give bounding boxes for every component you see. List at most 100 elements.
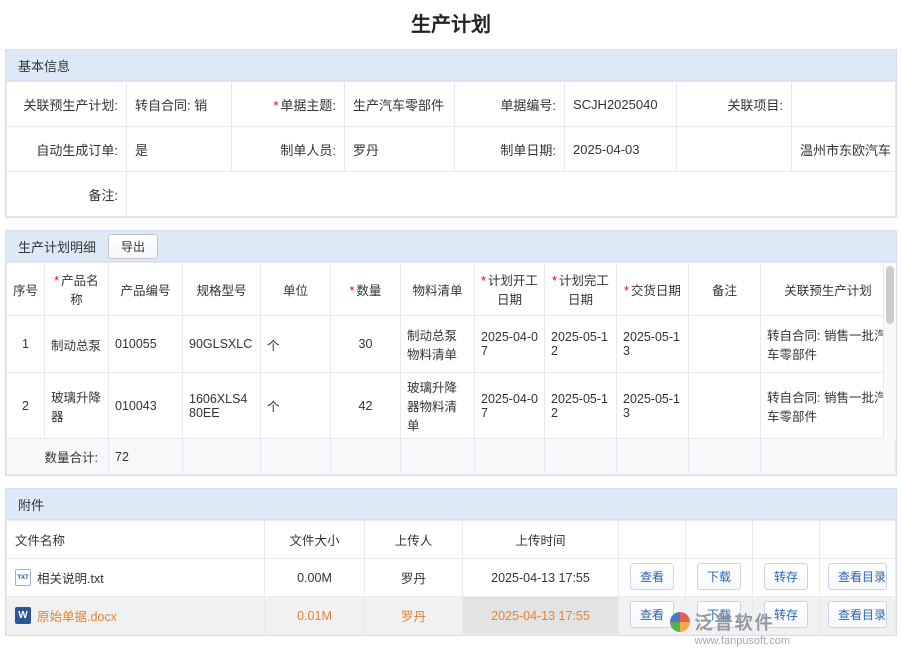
- file-size: 0.01M: [265, 597, 365, 635]
- download-button[interactable]: 下载: [697, 601, 741, 628]
- cell-plan-start: 2025-04-07: [475, 373, 545, 439]
- required-marker: *: [350, 284, 355, 298]
- col-bom: 物料清单: [401, 263, 475, 316]
- file-uploader: 罗丹: [365, 559, 463, 597]
- file-name-link[interactable]: 相关说明.txt: [37, 568, 104, 587]
- col-seq: 序号: [7, 263, 45, 316]
- cell-spec-model: 1606XLS480EE: [183, 373, 261, 439]
- scrollbar-thumb[interactable]: [886, 266, 894, 324]
- doc-number-value: SCJH2025040: [565, 82, 677, 127]
- attachments-section: 附件 文件名称 文件大小 上传人 上传时间 TXT 相关说明.txt 0.00M: [5, 488, 897, 636]
- cell-bom: 制动总泵物料清单: [401, 316, 475, 373]
- watermark-site: www.fanpusoft.com: [695, 635, 790, 647]
- maker-value: 罗丹: [345, 127, 455, 172]
- make-date-value: 2025-04-03: [565, 127, 677, 172]
- cell-bom: 玻璃升降器物料清单: [401, 373, 475, 439]
- download-button[interactable]: 下载: [697, 563, 741, 590]
- detail-header: 生产计划明细 导出: [6, 231, 896, 262]
- doc-subject-label: *单据主题:: [232, 82, 345, 127]
- related-project-label: 关联项目:: [677, 82, 792, 127]
- doc-number-label: 单据编号:: [455, 82, 565, 127]
- col-unit: 单位: [261, 263, 331, 316]
- required-marker: *: [552, 274, 557, 288]
- basic-info-section: 基本信息 关联预生产计划: 转自合同: 销 *单据主题: 生产汽车零部件 单据编…: [5, 49, 897, 218]
- related-project-extra-text: 温州市东欧汽车: [792, 127, 896, 172]
- file-upload-time: 2025-04-13 17:55: [463, 597, 619, 635]
- cell-plan-finish: 2025-05-12: [545, 316, 617, 373]
- attachments-header: 附件: [6, 489, 896, 520]
- detail-section: 生产计划明细 导出 序号 *产品名称 产品编号 规格型号 单位 *数量 物料清单…: [5, 230, 897, 476]
- required-marker: *: [54, 274, 59, 288]
- empty-label-cell: [677, 127, 792, 172]
- make-date-label: 制单日期:: [455, 127, 565, 172]
- file-name-link[interactable]: 原始单据.docx: [37, 606, 117, 625]
- cell-product-name: 玻璃升降器: [45, 373, 109, 439]
- col-action-4: [820, 521, 896, 559]
- col-action-3: [753, 521, 820, 559]
- col-upload-time: 上传时间: [463, 521, 619, 559]
- cell-product-code: 010055: [109, 316, 183, 373]
- cell-spec-model: 90GLSXLC: [183, 316, 261, 373]
- cell-seq: 2: [7, 373, 45, 439]
- related-preproduction-value: 转自合同: 销: [127, 82, 232, 127]
- attachment-row: TXT 相关说明.txt 0.00M 罗丹 2025-04-13 17:55 查…: [7, 559, 896, 597]
- view-directory-button[interactable]: 查看目录: [828, 563, 887, 590]
- col-action-1: [619, 521, 686, 559]
- view-button[interactable]: 查看: [630, 601, 674, 628]
- cell-delivery-date: 2025-05-13: [617, 316, 689, 373]
- cell-qty: 30: [331, 316, 401, 373]
- attachments-title: 附件: [18, 495, 44, 514]
- total-qty-value: 72: [109, 439, 183, 475]
- required-marker: *: [624, 284, 629, 298]
- transfer-save-button[interactable]: 转存: [764, 601, 808, 628]
- col-related-preproduction: 关联预生产计划: [761, 263, 896, 316]
- col-qty: *数量: [331, 263, 401, 316]
- col-plan-start: *计划开工日期: [475, 263, 545, 316]
- page-title: 生产计划: [0, 0, 902, 49]
- view-directory-button[interactable]: 查看目录: [828, 601, 887, 628]
- file-size: 0.00M: [265, 559, 365, 597]
- col-uploader: 上传人: [365, 521, 463, 559]
- cell-qty: 42: [331, 373, 401, 439]
- col-file-name: 文件名称: [7, 521, 265, 559]
- detail-row: 1 制动总泵 010055 90GLSXLC 个 30 制动总泵物料清单 202…: [7, 316, 896, 373]
- cell-related-preproduction: 转自合同: 销售一批汽车零部件: [761, 316, 896, 373]
- cell-related-preproduction: 转自合同: 销售一批汽车零部件: [761, 373, 896, 439]
- auto-order-value: 是: [127, 127, 232, 172]
- cell-unit: 个: [261, 316, 331, 373]
- attachments-table: 文件名称 文件大小 上传人 上传时间 TXT 相关说明.txt 0.00M 罗丹…: [6, 520, 896, 635]
- cell-plan-start: 2025-04-07: [475, 316, 545, 373]
- txt-file-icon: TXT: [15, 569, 31, 586]
- doc-subject-value: 生产汽车零部件: [345, 82, 455, 127]
- detail-row: 2 玻璃升降器 010043 1606XLS480EE 个 42 玻璃升降器物料…: [7, 373, 896, 439]
- col-spec-model: 规格型号: [183, 263, 261, 316]
- detail-title: 生产计划明细: [18, 237, 96, 256]
- col-file-size: 文件大小: [265, 521, 365, 559]
- maker-label: 制单人员:: [232, 127, 345, 172]
- attachment-row: W 原始单据.docx 0.01M 罗丹 2025-04-13 17:55 查看…: [7, 597, 896, 635]
- col-action-2: [686, 521, 753, 559]
- word-file-icon: W: [15, 607, 31, 624]
- cell-unit: 个: [261, 373, 331, 439]
- export-button[interactable]: 导出: [108, 234, 158, 259]
- remark-value: [127, 172, 896, 217]
- auto-order-label: 自动生成订单:: [7, 127, 127, 172]
- view-button[interactable]: 查看: [630, 563, 674, 590]
- basic-info-form: 关联预生产计划: 转自合同: 销 *单据主题: 生产汽车零部件 单据编号: SC…: [6, 81, 896, 217]
- col-remark: 备注: [689, 263, 761, 316]
- detail-header-row: 序号 *产品名称 产品编号 规格型号 单位 *数量 物料清单 *计划开工日期 *…: [7, 263, 896, 316]
- basic-info-header: 基本信息: [6, 50, 896, 81]
- remark-label: 备注:: [7, 172, 127, 217]
- file-uploader: 罗丹: [365, 597, 463, 635]
- cell-seq: 1: [7, 316, 45, 373]
- detail-vertical-scrollbar[interactable]: [883, 263, 896, 439]
- col-product-name: *产品名称: [45, 263, 109, 316]
- required-marker: *: [273, 98, 278, 113]
- cell-product-code: 010043: [109, 373, 183, 439]
- detail-total-row: 数量合计: 72: [7, 439, 896, 475]
- cell-product-name: 制动总泵: [45, 316, 109, 373]
- cell-plan-finish: 2025-05-12: [545, 373, 617, 439]
- related-preproduction-label: 关联预生产计划:: [7, 82, 127, 127]
- related-project-value: [792, 82, 896, 127]
- transfer-save-button[interactable]: 转存: [764, 563, 808, 590]
